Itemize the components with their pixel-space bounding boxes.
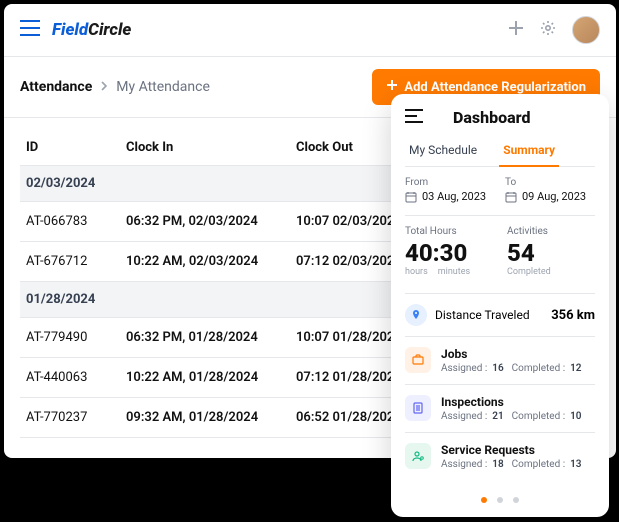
distance-label: Distance Traveled <box>435 308 530 322</box>
activities-value: 54 <box>507 239 595 267</box>
completed-word: Completed <box>507 267 595 277</box>
assigned: Assigned : 18 <box>441 459 504 470</box>
cell-clock-in: 10:22 AM, 02/03/2024 <box>120 242 290 282</box>
dashboard-tabs: My Schedule Summary <box>405 137 595 167</box>
completed: Completed : 13 <box>512 459 582 470</box>
summary-item[interactable]: Inspections Assigned : 21 Completed : 10 <box>405 384 595 432</box>
top-bar: FieldCircle <box>4 4 616 57</box>
cell-clock-in: 06:32 PM, 02/03/2024 <box>120 202 290 242</box>
cell-id: AT-676712 <box>20 242 120 282</box>
summary-item[interactable]: Service Requests Assigned : 18 Completed :… <box>405 432 595 480</box>
cell-id: AT-066783 <box>20 202 120 242</box>
minutes-word: minutes <box>438 267 470 277</box>
breadcrumb-main[interactable]: Attendance <box>20 79 92 95</box>
plus-icon <box>386 79 398 95</box>
logo-field: Field <box>52 20 88 40</box>
cell-id: AT-779490 <box>20 318 120 358</box>
to-value: 09 Aug, 2023 <box>522 190 586 203</box>
plus-icon[interactable] <box>508 20 524 40</box>
cell-clock-in: 06:32 PM, 01/28/2024 <box>120 318 290 358</box>
total-hours-value: 40:30 <box>405 239 493 267</box>
to-date[interactable]: To 09 Aug, 2023 <box>505 177 595 203</box>
from-label: From <box>405 177 495 188</box>
user-cog-icon <box>405 443 431 469</box>
completed: Completed : 12 <box>512 363 582 374</box>
item-title: Inspections <box>441 395 595 409</box>
clipboard-icon <box>405 395 431 421</box>
col-id[interactable]: ID <box>20 130 120 166</box>
cell-clock-in: 09:32 AM, 01/28/2024 <box>120 398 290 438</box>
from-date[interactable]: From 03 Aug, 2023 <box>405 177 495 203</box>
stats-row: Total Hours 40:30 hours minutes Activitie… <box>405 215 595 287</box>
item-title: Jobs <box>441 347 595 361</box>
cell-clock-in: 10:22 AM, 01/28/2024 <box>120 358 290 398</box>
breadcrumb: Attendance My Attendance <box>20 79 210 95</box>
activities-stat: Activities 54 Completed <box>507 226 595 277</box>
dashboard-title: Dashboard <box>453 108 530 127</box>
logo-circle: Circle <box>88 20 131 40</box>
tab-my-schedule[interactable]: My Schedule <box>405 137 481 166</box>
tab-summary[interactable]: Summary <box>499 137 559 167</box>
summary-item[interactable]: Jobs Assigned : 16 Completed : 12 <box>405 336 595 384</box>
assigned: Assigned : 16 <box>441 363 504 374</box>
add-button-label: Add Attendance Regularization <box>404 80 586 95</box>
cell-id: AT-770237 <box>20 398 120 438</box>
cell-id: AT-440063 <box>20 358 120 398</box>
date-range: From 03 Aug, 2023 To 09 Aug, 2023 <box>405 177 595 203</box>
dashboard-panel: Dashboard My Schedule Summary From 03 Au… <box>391 94 609 517</box>
total-hours-label: Total Hours <box>405 226 493 237</box>
distance-value: 356 km <box>551 308 595 323</box>
activities-label: Activities <box>507 226 595 237</box>
chevron-right-icon <box>100 79 108 95</box>
total-hours-stat: Total Hours 40:30 hours minutes <box>405 226 493 277</box>
breadcrumb-sub: My Attendance <box>116 79 210 95</box>
menu-icon[interactable] <box>20 20 40 40</box>
to-label: To <box>505 177 595 188</box>
completed: Completed : 10 <box>512 411 582 422</box>
item-title: Service Requests <box>441 443 595 457</box>
distance-row: Distance Traveled 356 km <box>405 293 595 336</box>
logo[interactable]: FieldCircle <box>52 20 131 40</box>
assigned: Assigned : 21 <box>441 411 504 422</box>
gear-icon[interactable] <box>540 20 556 40</box>
dot[interactable] <box>481 497 487 503</box>
dot[interactable] <box>497 497 503 503</box>
hours-word: hours <box>405 267 428 277</box>
panel-menu-icon[interactable] <box>405 108 423 127</box>
dot[interactable] <box>513 497 519 503</box>
calendar-icon <box>405 191 417 203</box>
carousel-dots <box>405 480 595 509</box>
col-clock-in[interactable]: Clock In <box>120 130 290 166</box>
from-value: 03 Aug, 2023 <box>422 190 486 203</box>
avatar[interactable] <box>572 16 600 44</box>
briefcase-icon <box>405 347 431 373</box>
calendar-icon <box>505 191 517 203</box>
pin-icon <box>405 304 427 326</box>
